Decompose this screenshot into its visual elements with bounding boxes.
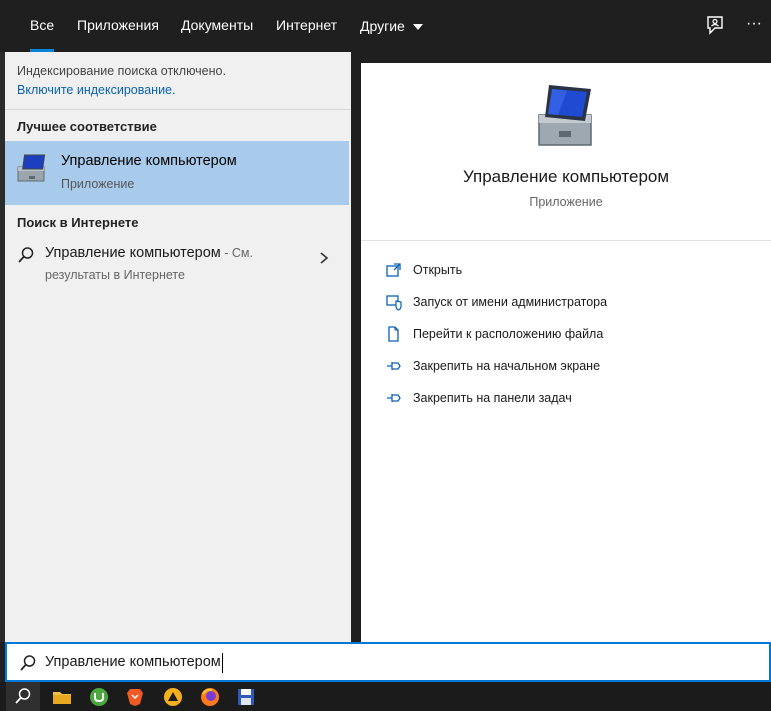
enable-indexing-link[interactable]: Включите индексирование. bbox=[17, 83, 175, 97]
best-match-item[interactable]: Управление компьютером Приложение bbox=[5, 141, 349, 205]
action-label: Перейти к расположению файла bbox=[413, 327, 604, 341]
best-match-subtitle: Приложение bbox=[61, 177, 135, 191]
best-match-header: Лучшее соответствие bbox=[17, 119, 157, 134]
action-pin-to-taskbar[interactable]: Закрепить на панели задач bbox=[385, 386, 572, 410]
web-result-query: Управление компьютером bbox=[45, 245, 221, 261]
tab-documents[interactable]: Документы bbox=[181, 0, 253, 52]
divider bbox=[5, 109, 351, 110]
web-search-result[interactable]: Управление компьютером - См. результаты … bbox=[5, 237, 349, 293]
computer-management-icon bbox=[17, 154, 46, 182]
tab-other-label: Другие bbox=[360, 18, 405, 34]
save-icon[interactable] bbox=[235, 686, 257, 708]
more-icon[interactable]: ··· bbox=[746, 14, 768, 36]
file-location-icon bbox=[388, 326, 399, 342]
shield-icon bbox=[386, 295, 402, 311]
web-search-header: Поиск в Интернете bbox=[17, 215, 139, 230]
divider bbox=[361, 240, 771, 241]
results-pane: Индексирование поиска отключено. Включит… bbox=[5, 52, 351, 642]
taskbar-search-button[interactable] bbox=[6, 682, 40, 711]
search-tab-bar: Все Приложения Документы Интернет Другие… bbox=[0, 0, 771, 52]
search-box[interactable]: Управление компьютером bbox=[5, 642, 771, 682]
taskbar bbox=[0, 682, 771, 711]
file-explorer-icon[interactable] bbox=[51, 686, 73, 708]
action-run-as-admin[interactable]: Запуск от имени администратора bbox=[385, 290, 607, 314]
brave-icon[interactable] bbox=[124, 686, 146, 708]
feedback-icon[interactable] bbox=[704, 14, 726, 36]
app-type: Приложение bbox=[529, 195, 603, 209]
indexing-notice: Индексирование поиска отключено. bbox=[17, 64, 226, 78]
search-icon bbox=[18, 247, 34, 263]
utorrent-icon[interactable] bbox=[88, 686, 110, 708]
web-result-title: Управление компьютером - См. bbox=[45, 245, 253, 261]
search-icon bbox=[20, 655, 36, 671]
action-open-file-location[interactable]: Перейти к расположению файла bbox=[385, 322, 603, 346]
action-open[interactable]: Открыть bbox=[385, 258, 462, 282]
action-label: Открыть bbox=[413, 263, 463, 277]
best-match-title: Управление компьютером bbox=[61, 153, 237, 169]
tab-apps[interactable]: Приложения bbox=[77, 0, 159, 52]
web-result-suffix: - См. bbox=[220, 246, 253, 260]
tab-internet[interactable]: Интернет bbox=[276, 0, 337, 52]
tab-all[interactable]: Все bbox=[30, 0, 55, 52]
start-search-window: Все Приложения Документы Интернет Другие… bbox=[0, 0, 771, 711]
app-title: Управление компьютером bbox=[462, 167, 670, 186]
chevron-down-icon bbox=[412, 24, 423, 30]
open-icon bbox=[386, 263, 401, 277]
pin-icon bbox=[387, 394, 401, 402]
firefox-icon[interactable] bbox=[199, 686, 221, 708]
action-label: Закрепить на панели задач bbox=[413, 391, 572, 405]
action-label: Запуск от имени администратора bbox=[413, 295, 608, 309]
computer-management-icon bbox=[538, 85, 592, 146]
app-icon[interactable] bbox=[162, 686, 184, 708]
pin-icon bbox=[387, 362, 401, 370]
search-icon bbox=[15, 688, 31, 704]
tab-other[interactable]: Другие bbox=[360, 0, 423, 52]
action-pin-to-start[interactable]: Закрепить на начальном экране bbox=[385, 354, 600, 378]
web-result-subtitle: результаты в Интернете bbox=[45, 268, 185, 282]
chevron-right-icon[interactable] bbox=[317, 251, 331, 265]
preview-pane: Управление компьютером Приложение Открыт… bbox=[361, 63, 771, 642]
action-label: Закрепить на начальном экране bbox=[413, 359, 601, 373]
search-input[interactable]: Управление компьютером bbox=[45, 653, 223, 673]
